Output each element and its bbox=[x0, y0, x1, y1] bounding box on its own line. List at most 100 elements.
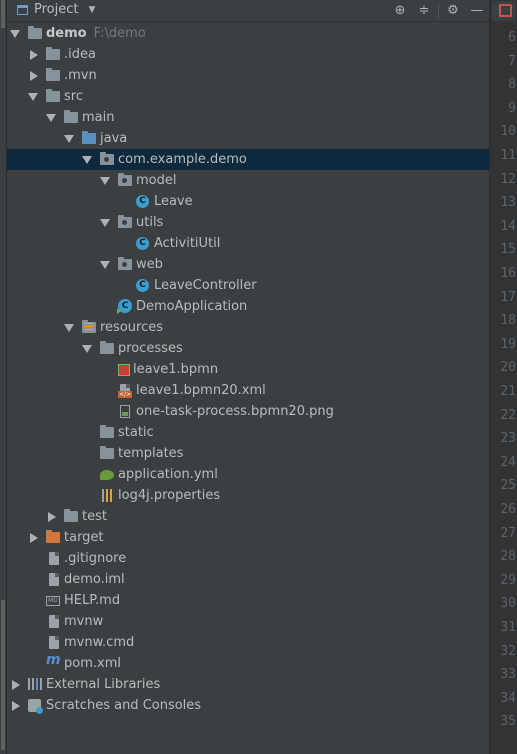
collapse-arrow-icon[interactable] bbox=[30, 71, 38, 81]
expand-arrow-icon[interactable] bbox=[46, 114, 56, 122]
line-number: 21 bbox=[500, 384, 516, 399]
line-number: 23 bbox=[500, 431, 516, 447]
tree-item-target[interactable]: target bbox=[7, 527, 489, 548]
line-number: 31 bbox=[500, 620, 516, 635]
tree-item-log4j[interactable]: log4j.properties bbox=[7, 485, 489, 506]
project-tree: demo F:\demo .idea .mvn src main java co… bbox=[7, 23, 489, 716]
tree-item-leave-bpmn[interactable]: leave1.bpmn bbox=[7, 359, 489, 380]
project-view-selector[interactable]: Project ▼ bbox=[17, 2, 95, 17]
tree-item-idea[interactable]: .idea bbox=[7, 44, 489, 65]
java-class-icon: C bbox=[136, 279, 149, 292]
structure-tool-tab[interactable] bbox=[1, 600, 5, 750]
locate-icon[interactable]: ⊕ bbox=[388, 0, 412, 21]
tree-item-demo-application[interactable]: C DemoApplication bbox=[7, 296, 489, 317]
line-number: 12 bbox=[500, 171, 516, 187]
line-number: 33 bbox=[500, 667, 516, 683]
expand-arrow-icon[interactable] bbox=[64, 324, 74, 332]
collapse-arrow-icon[interactable] bbox=[30, 50, 38, 60]
expand-arrow-icon[interactable] bbox=[28, 93, 38, 101]
tree-item-main[interactable]: main bbox=[7, 107, 489, 128]
tree-label: Scratches and Consoles bbox=[46, 698, 202, 713]
collapse-arrow-icon[interactable] bbox=[12, 680, 20, 690]
tree-item-model[interactable]: model bbox=[7, 170, 489, 191]
tree-item-test[interactable]: test bbox=[7, 506, 489, 527]
expand-arrow-icon[interactable] bbox=[10, 30, 20, 38]
tree-item-mvnw-cmd[interactable]: mvnw.cmd bbox=[7, 632, 489, 653]
tree-item-gitignore[interactable]: .gitignore bbox=[7, 548, 489, 569]
collapse-arrow-icon[interactable] bbox=[48, 512, 56, 522]
tree-label: test bbox=[82, 509, 107, 524]
line-number: 15 bbox=[500, 242, 516, 258]
tree-item-external-libraries[interactable]: External Libraries bbox=[7, 674, 489, 695]
expand-arrow-icon[interactable] bbox=[82, 345, 92, 353]
tree-label: demo.iml bbox=[64, 572, 125, 587]
expand-arrow-icon[interactable] bbox=[100, 261, 110, 269]
tree-item-templates[interactable]: templates bbox=[7, 443, 489, 464]
tree-label: .idea bbox=[64, 47, 96, 62]
scratches-icon bbox=[28, 699, 43, 714]
tree-label: java bbox=[100, 131, 128, 146]
line-number: 35 bbox=[500, 714, 516, 730]
line-number: 30 bbox=[500, 596, 516, 612]
hide-icon[interactable]: — bbox=[465, 0, 489, 21]
file-type-icon bbox=[499, 4, 512, 17]
project-tool-tab[interactable] bbox=[1, 0, 5, 28]
spring-boot-class-icon: C bbox=[117, 299, 132, 314]
editor-tab[interactable] bbox=[492, 1, 516, 21]
tree-item-java[interactable]: java bbox=[7, 128, 489, 149]
line-number: 26 bbox=[500, 502, 516, 517]
expand-arrow-icon[interactable] bbox=[100, 177, 110, 185]
dropdown-arrow-icon: ▼ bbox=[88, 4, 96, 15]
tree-item-demo[interactable]: demo F:\demo bbox=[7, 23, 489, 44]
line-number: 8 bbox=[508, 77, 516, 93]
project-path: F:\demo bbox=[93, 26, 146, 41]
tree-item-leave-controller[interactable]: C LeaveController bbox=[7, 275, 489, 296]
xml-file-icon: </> bbox=[118, 384, 133, 398]
tree-item-leave[interactable]: C Leave bbox=[7, 191, 489, 212]
folder-icon bbox=[100, 425, 114, 438]
resources-folder-icon bbox=[82, 320, 96, 333]
tree-item-utils[interactable]: utils bbox=[7, 212, 489, 233]
gear-icon[interactable]: ⚙ bbox=[441, 0, 465, 21]
panel-title: Project bbox=[34, 2, 79, 17]
tree-item-demo-iml[interactable]: demo.iml bbox=[7, 569, 489, 590]
collapse-arrow-icon[interactable] bbox=[12, 701, 20, 711]
tree-item-web[interactable]: web bbox=[7, 254, 489, 275]
line-number: 28 bbox=[500, 549, 516, 565]
tree-item-resources[interactable]: resources bbox=[7, 317, 489, 338]
tree-item-processes[interactable]: processes bbox=[7, 338, 489, 359]
line-number: 18 bbox=[500, 313, 516, 329]
tree-item-activiti-util[interactable]: C ActivitiUtil bbox=[7, 233, 489, 254]
expand-arrow-icon[interactable] bbox=[82, 156, 92, 164]
tree-label: resources bbox=[100, 320, 164, 335]
tree-item-package[interactable]: com.example.demo bbox=[7, 149, 489, 170]
tree-label: leave1.bpmn bbox=[133, 362, 219, 377]
line-number: 13 bbox=[500, 195, 516, 211]
line-number: 29 bbox=[500, 572, 516, 588]
tree-item-leave-bpmn-xml[interactable]: </> leave1.bpmn20.xml bbox=[7, 380, 489, 401]
line-number: 17 bbox=[500, 289, 516, 305]
expand-arrow-icon[interactable] bbox=[100, 219, 110, 227]
collapse-arrow-icon[interactable] bbox=[30, 533, 38, 543]
folder-icon bbox=[64, 110, 78, 123]
tree-item-pom-xml[interactable]: m pom.xml bbox=[7, 652, 489, 674]
tree-item-png[interactable]: one-task-process.bpmn20.png bbox=[7, 401, 489, 422]
collapse-icon[interactable]: ≑ bbox=[412, 0, 436, 21]
package-icon bbox=[118, 215, 132, 228]
toolbar-divider bbox=[438, 3, 439, 18]
tree-item-mvn[interactable]: .mvn bbox=[7, 65, 489, 86]
tree-label: log4j.properties bbox=[118, 488, 221, 503]
tree-item-help-md[interactable]: MD HELP.md bbox=[7, 590, 489, 611]
module-folder-icon bbox=[28, 26, 42, 39]
line-number: 34 bbox=[500, 690, 516, 706]
tree-item-mvnw[interactable]: mvnw bbox=[7, 611, 489, 632]
markdown-file-icon: MD bbox=[46, 596, 60, 606]
tree-item-src[interactable]: src bbox=[7, 86, 489, 107]
tree-item-application-yml[interactable]: application.yml bbox=[7, 464, 489, 485]
tree-label: .mvn bbox=[64, 68, 97, 83]
text-file-icon bbox=[49, 636, 59, 649]
tree-item-scratches[interactable]: Scratches and Consoles bbox=[7, 695, 489, 716]
expand-arrow-icon[interactable] bbox=[64, 135, 74, 143]
tree-item-static[interactable]: static bbox=[7, 422, 489, 443]
package-icon bbox=[100, 152, 114, 165]
